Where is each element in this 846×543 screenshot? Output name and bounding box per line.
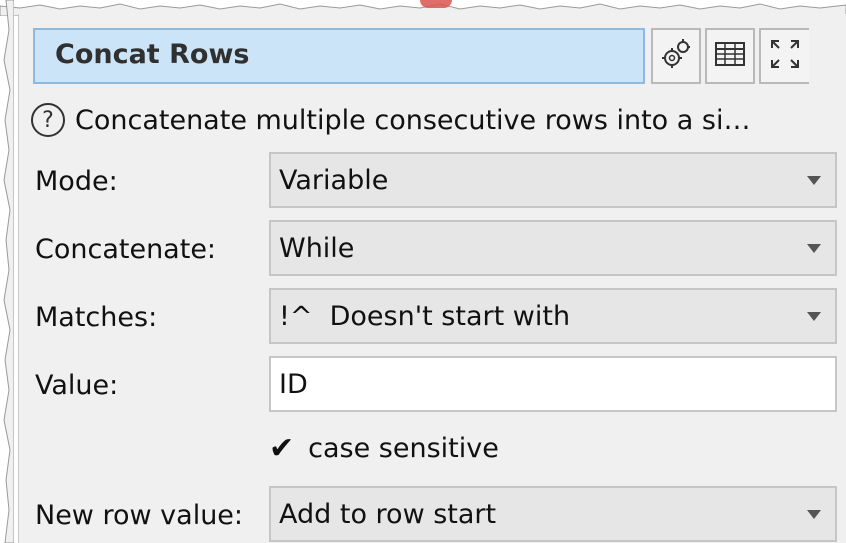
new-row-value-label: New row value:	[35, 500, 244, 531]
case-sensitive-label: case sensitive	[308, 432, 499, 464]
panel-title: Concat Rows	[55, 39, 250, 70]
matches-label: Matches:	[35, 302, 158, 333]
mode-dropdown[interactable]: Variable	[269, 152, 837, 208]
settings-button[interactable]	[651, 28, 701, 84]
chevron-down-icon	[807, 176, 821, 185]
maximize-button[interactable]	[759, 28, 809, 84]
concat-rows-panel: Concat Rows ? Concatenate multiple conse…	[18, 14, 846, 543]
torn-left-edge	[3, 0, 14, 543]
mode-label: Mode:	[35, 166, 118, 197]
case-sensitive-checkbox[interactable]: ✔ case sensitive	[269, 426, 499, 470]
help-icon[interactable]: ?	[31, 103, 65, 137]
concatenate-dropdown[interactable]: While	[269, 220, 837, 276]
matches-value: !^ Doesn't start with	[279, 300, 571, 332]
gears-icon	[660, 38, 692, 74]
chevron-down-icon	[807, 510, 821, 519]
value-input-text: ID	[279, 368, 308, 400]
chevron-down-icon	[807, 244, 821, 253]
red-arrow-tip	[420, 0, 452, 8]
mode-value: Variable	[279, 164, 389, 196]
value-label: Value:	[35, 370, 119, 401]
expand-icon	[768, 37, 802, 75]
value-input[interactable]: ID	[269, 356, 837, 412]
table-icon	[714, 40, 746, 72]
new-row-value-value: Add to row start	[279, 498, 497, 530]
matches-dropdown[interactable]: !^ Doesn't start with	[269, 288, 837, 344]
table-view-button[interactable]	[705, 28, 755, 84]
panel-description: Concatenate multiple consecutive rows in…	[75, 104, 751, 136]
panel-title-bar[interactable]: Concat Rows	[33, 28, 645, 84]
checkmark-icon: ✔	[269, 430, 295, 466]
chevron-down-icon	[807, 312, 821, 321]
concatenate-value: While	[279, 232, 355, 264]
new-row-value-dropdown[interactable]: Add to row start	[269, 486, 837, 542]
description-row: ? Concatenate multiple consecutive rows …	[31, 98, 846, 142]
concatenate-label: Concatenate:	[35, 234, 217, 265]
